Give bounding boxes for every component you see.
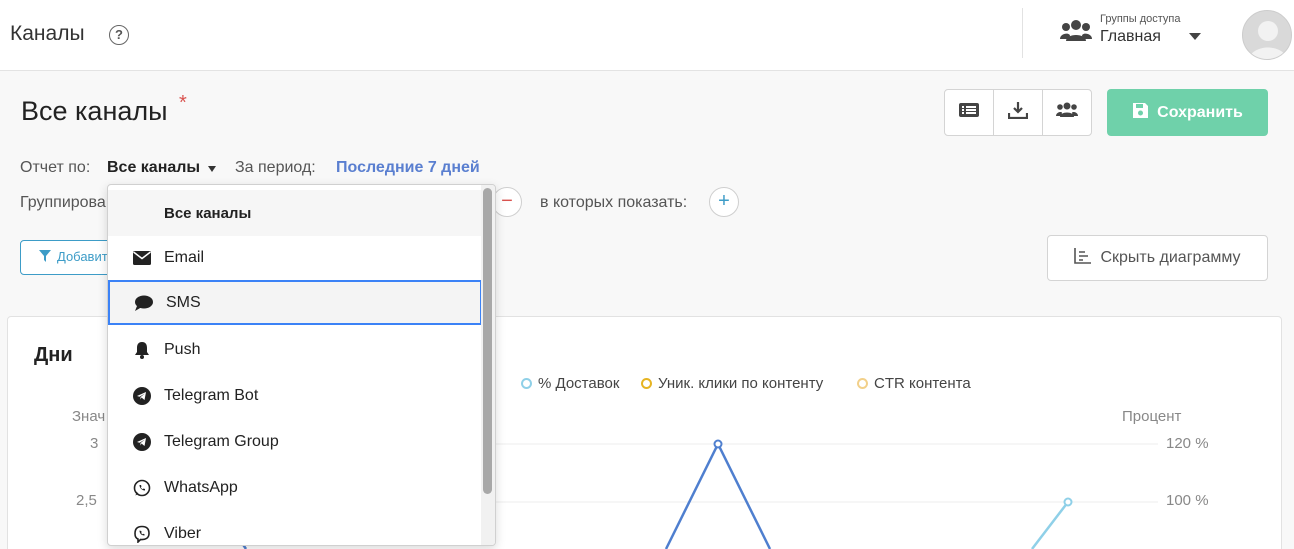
- telegram-icon: [130, 387, 154, 405]
- bell-icon: [130, 341, 154, 359]
- dropdown-option-sms[interactable]: SMS: [108, 280, 482, 325]
- data-point: [1063, 497, 1073, 507]
- dropdown-option-email[interactable]: Email: [108, 235, 482, 281]
- dropdown-option-push[interactable]: Push: [108, 327, 482, 373]
- option-label: Email: [164, 249, 205, 266]
- option-label: Push: [164, 341, 201, 358]
- option-label: Все каналы: [164, 204, 252, 222]
- chat-bubble-icon: [132, 295, 156, 311]
- data-point: [713, 439, 723, 449]
- dropdown-option-all[interactable]: Все каналы: [108, 190, 482, 236]
- dropdown-option-whatsapp[interactable]: WhatsApp: [108, 465, 482, 511]
- dropdown-scrollbar[interactable]: [481, 185, 495, 545]
- option-label: Viber: [164, 525, 202, 542]
- viber-icon: [130, 525, 154, 543]
- option-label: WhatsApp: [164, 479, 238, 496]
- scrollbar-thumb[interactable]: [483, 188, 492, 494]
- option-label: Telegram Group: [164, 433, 279, 450]
- series-line-delivery: [1031, 501, 1069, 549]
- dropdown-option-viber[interactable]: Viber: [108, 511, 482, 545]
- channel-dropdown[interactable]: Все каналы Email SMS Push Telegram Bot T…: [107, 184, 496, 546]
- option-label: Telegram Bot: [164, 387, 259, 404]
- series-line-main: [664, 441, 772, 549]
- dropdown-option-telegram-bot[interactable]: Telegram Bot: [108, 373, 482, 419]
- envelope-icon: [130, 251, 154, 265]
- telegram-icon: [130, 433, 154, 451]
- dropdown-option-telegram-group[interactable]: Telegram Group: [108, 419, 482, 465]
- whatsapp-icon: [130, 479, 154, 497]
- option-label: SMS: [166, 293, 201, 311]
